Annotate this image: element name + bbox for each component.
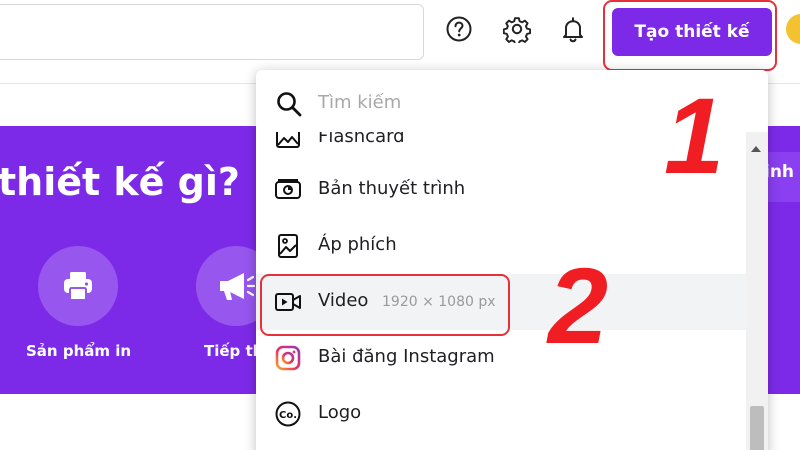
scrollbar-thumb[interactable]: [750, 406, 764, 450]
search-icon: [277, 92, 302, 117]
canva-home-screen: Tạo thiết kế thiết kế gì? inh Sản phẩm i…: [0, 0, 800, 450]
category-print-button[interactable]: [38, 246, 118, 326]
annotation-highlight-video: [260, 274, 510, 336]
avatar[interactable]: [786, 14, 800, 44]
scroll-up-arrow-icon[interactable]: [751, 146, 761, 152]
list-item-poster[interactable]: Áp phích: [256, 218, 746, 274]
gear-icon[interactable]: [502, 14, 532, 44]
list-item-label: Flashcard: [318, 132, 405, 147]
dropdown-search-placeholder: Tìm kiếm: [318, 92, 402, 113]
list-item-label: Bài đăng Instagram: [318, 346, 495, 367]
logo-icon: Co.: [274, 401, 302, 427]
instagram-icon: [274, 345, 302, 371]
poster-icon: [274, 233, 302, 259]
hero-title: thiết kế gì?: [0, 160, 240, 204]
bell-icon[interactable]: [558, 14, 588, 44]
category-marketing-label: Tiếp th: [204, 342, 264, 360]
dropdown-scrollbar[interactable]: [746, 132, 768, 450]
presentation-icon: [274, 177, 302, 203]
list-item-logo[interactable]: Co. Logo: [256, 386, 746, 442]
list-item-instagram-post[interactable]: Bài đăng Instagram: [256, 330, 746, 386]
megaphone-icon: [220, 273, 256, 300]
list-item-label: Bản thuyết trình: [318, 178, 466, 199]
svg-text:Co.: Co.: [279, 410, 297, 421]
printer-icon: [64, 272, 92, 301]
list-item-label: Áp phích: [318, 234, 397, 255]
hero-right-partial-text: inh: [764, 162, 795, 182]
annotation-step-1: 1: [664, 75, 725, 196]
list-item-label: Logo: [318, 402, 362, 423]
main-search-input[interactable]: [0, 4, 424, 60]
help-circle-icon[interactable]: [444, 14, 474, 44]
flashcard-icon: [274, 132, 302, 151]
annotation-step-2: 2: [548, 245, 609, 366]
category-print-label: Sản phẩm in: [26, 342, 132, 360]
annotation-highlight-create-button: [603, 0, 777, 71]
